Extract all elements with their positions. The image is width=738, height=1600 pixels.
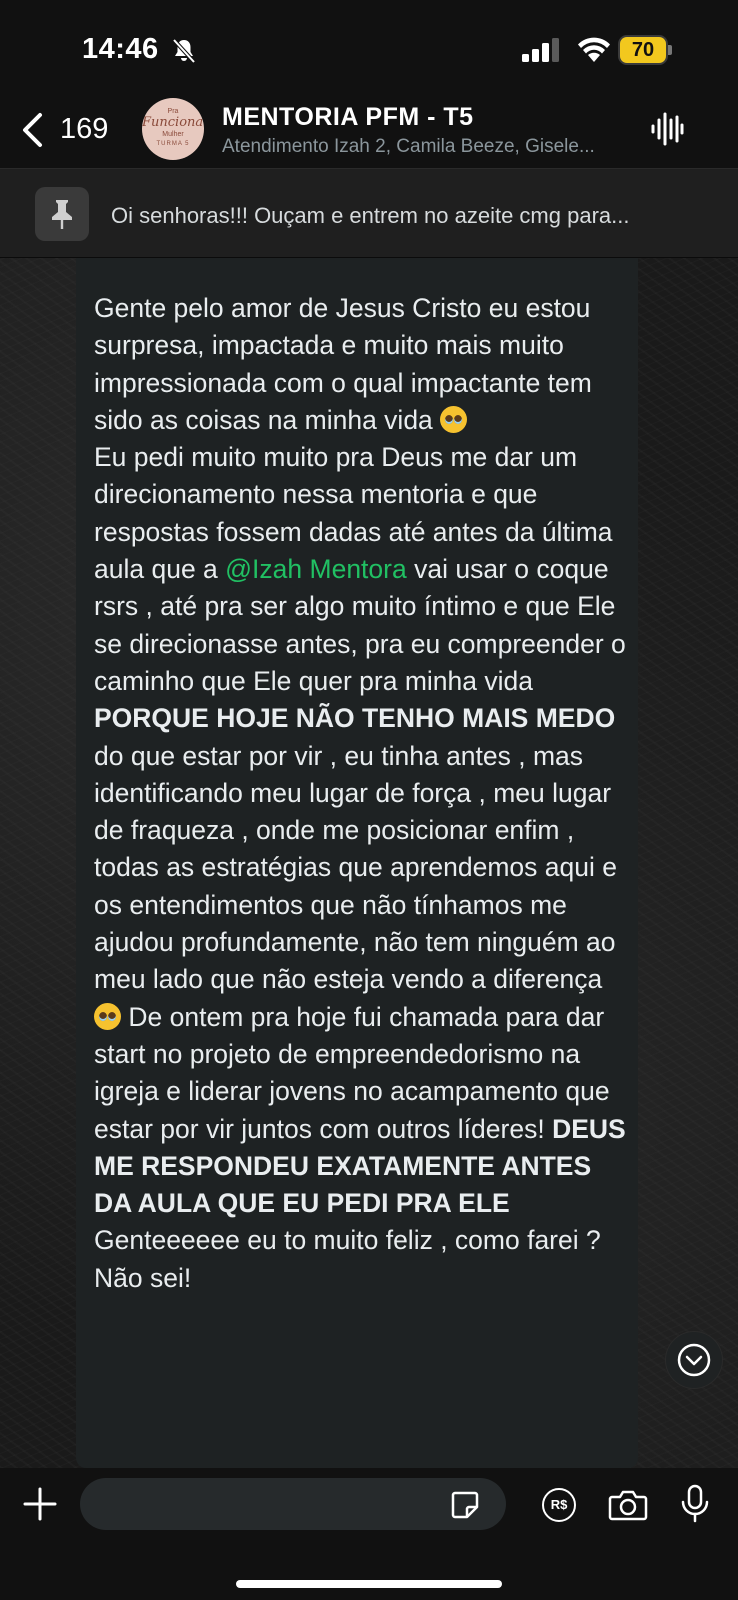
avatar-line-1: Pra <box>167 108 179 115</box>
pleading-face-emoji-icon <box>440 405 468 433</box>
battery-indicator: 70 <box>620 37 666 63</box>
mention-link[interactable]: @Izah Mentora <box>225 554 407 584</box>
message-text: Gente pelo amor de Jesus Cristo eu estou… <box>94 290 634 1297</box>
battery-cap <box>668 45 672 55</box>
avatar-line-2: Funcionar <box>142 115 204 130</box>
status-time: 14:46 <box>82 33 159 65</box>
avatar-line-4: TURMA 5 <box>156 141 190 147</box>
message-input-container[interactable] <box>80 1478 506 1530</box>
pinned-message-text[interactable]: Oi senhoras!!! Ouçam e entrem no azeite … <box>111 203 711 229</box>
home-indicator[interactable] <box>236 1580 502 1588</box>
avatar-line-3: Mulher <box>162 131 184 138</box>
chevron-down-circle-icon <box>677 1343 711 1377</box>
group-avatar[interactable]: Pra Funcionar Mulher TURMA 5 <box>142 98 204 160</box>
pin-icon-container <box>35 187 89 241</box>
cellular-signal-icon <box>522 38 559 62</box>
pinned-message-bar[interactable]: Oi senhoras!!! Ouçam e entrem no azeite … <box>0 168 738 257</box>
audio-chat-icon[interactable] <box>650 112 684 146</box>
payment-icon[interactable]: R$ <box>542 1488 576 1522</box>
message-bold-1: PORQUE HOJE NÃO TENHO MAIS MEDO <box>94 703 616 734</box>
pin-icon <box>52 200 72 229</box>
bell-off-icon <box>172 38 196 64</box>
message-part-5: De ontem pra hoje fui chamada para dar s… <box>94 1001 610 1144</box>
plus-icon[interactable] <box>22 1486 58 1522</box>
chat-participants[interactable]: Atendimento Izah 2, Camila Beeze, Gisele… <box>222 136 632 158</box>
chat-title[interactable]: MENTORIA PFM - T5 <box>222 103 474 132</box>
message-input[interactable] <box>100 1488 434 1520</box>
camera-icon[interactable] <box>608 1488 648 1522</box>
back-chevron-icon[interactable] <box>20 112 44 148</box>
top-bar: 14:46 70 169 Pra Funcionar Mulher TURMA … <box>0 0 738 168</box>
unread-count[interactable]: 169 <box>60 113 108 146</box>
sticker-icon[interactable] <box>450 1490 480 1520</box>
message-part-1: Gente pelo amor de Jesus Cristo eu estou… <box>94 293 592 435</box>
message-part-6: Genteeeeee eu to muito feliz , como fare… <box>94 1225 601 1293</box>
microphone-icon[interactable] <box>680 1484 710 1524</box>
wifi-icon <box>578 37 610 62</box>
scroll-to-bottom-button[interactable] <box>666 1332 722 1388</box>
message-part-4: do que estar por vir , eu tinha antes , … <box>94 740 617 995</box>
pleading-face-emoji-icon <box>94 1002 121 1030</box>
